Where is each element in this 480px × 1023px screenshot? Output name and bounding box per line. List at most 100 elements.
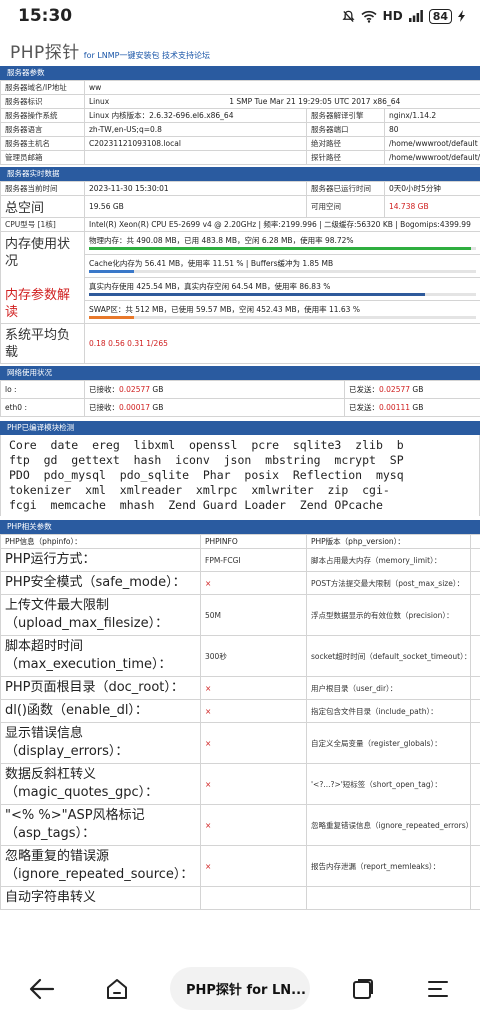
php-param-row: PHP页面根目录（doc_root）： × 用户根目录（user_dir）： bbox=[0, 676, 480, 700]
server-param-row: 服务器操作系统 Linux 内核版本：2.6.32-696.el6.x86_64 服… bbox=[0, 108, 480, 123]
php-param-label-right: socket超时时间（default_socket_timeout）： bbox=[306, 635, 471, 677]
param-label: 绝对路径 bbox=[306, 136, 385, 151]
php-param-row: 显示错误信息（display_errors）： × 自定义全局变量（register… bbox=[0, 722, 480, 764]
page-title: PHP探针 bbox=[10, 43, 80, 63]
param-label: 服务器解译引擎 bbox=[306, 108, 385, 123]
uptime-label: 服务器已运行时间 bbox=[306, 181, 385, 196]
php-param-label: 数据反斜杠转义（magic_quotes_gpc）： bbox=[0, 763, 201, 805]
param-value-text: ww bbox=[89, 83, 102, 92]
server-param-row: 服务器主机名 C20231121093108.local 绝对路径/home/www… bbox=[0, 136, 480, 151]
php-param-value: × bbox=[200, 804, 307, 846]
param-value: zh-TW,en-US;q=0.8 bbox=[84, 122, 307, 137]
address-bar-title[interactable]: PHP探针 for LN... bbox=[170, 967, 310, 1010]
server-param-row: 服务器域名/IP地址 ww bbox=[0, 80, 480, 95]
php-param-label: "<% %>"ASP风格标记（asp_tags）： bbox=[0, 804, 201, 846]
mem-real-text: 真实内存使用 425.54 MB，真实内存空闲 64.54 MB，使用率 86.… bbox=[89, 282, 331, 291]
php-param-label: PHP运行方式： bbox=[0, 548, 201, 572]
php-param-value-right bbox=[470, 548, 480, 572]
server-param-row: 服务器语言 zh-TW,en-US;q=0.8 服务器端口 80 bbox=[0, 122, 480, 137]
php-param-value-right bbox=[470, 804, 480, 846]
php-param-label-right: 用户根目录（user_dir）： bbox=[306, 676, 471, 700]
section-server-params: 服务器参数 bbox=[0, 66, 480, 80]
module-line: ftp gd gettext hash iconv json mbstring … bbox=[9, 453, 404, 467]
php-param-label-right: 报告内存泄漏（report_memleaks）： bbox=[306, 845, 471, 887]
module-line: fcgi memcache mhash Zend Guard Loader Ze… bbox=[9, 498, 383, 512]
module-line: tokenizer xml xmlreader xmlrpc xmlwriter… bbox=[9, 483, 390, 497]
php-param-value-right bbox=[470, 699, 480, 723]
charging-icon bbox=[458, 10, 465, 22]
network-type: HD bbox=[382, 9, 403, 23]
time-value: 2023-11-30 15:30:01 bbox=[84, 181, 307, 196]
php-param-label: 自动字符串转义 bbox=[0, 886, 201, 910]
param-value: nginx/1.14.2 bbox=[384, 108, 480, 123]
php-param-label: 上传文件最大限制（upload_max_filesize）： bbox=[0, 594, 201, 636]
home-icon bbox=[107, 978, 127, 999]
php-param-row: dl()函数（enable_dl）： × 指定包含文件目录（include_path… bbox=[0, 699, 480, 723]
tabs-button[interactable] bbox=[341, 967, 385, 1011]
param-header-phpinfo-link[interactable]: PHPINFO bbox=[200, 534, 307, 549]
mem-physical-bar bbox=[89, 247, 476, 250]
param-header-phpinfo: PHP信息（phpinfo）： bbox=[0, 534, 201, 549]
mem-cache-bar bbox=[89, 270, 476, 273]
php-param-label-right: POST方法提交最大限制（post_max_size）： bbox=[306, 571, 471, 595]
back-arrow-icon bbox=[29, 978, 55, 999]
php-param-value: × bbox=[200, 722, 307, 764]
net-received: 已接收：0.00017 GB bbox=[84, 398, 345, 417]
cpu-label: CPU型号 [1核] bbox=[0, 217, 85, 232]
header-links[interactable]: for LNMP一键安装包 技术支持论坛 bbox=[84, 50, 210, 61]
param-label: 服务器操作系统 bbox=[0, 108, 85, 123]
param-label: 服务器主机名 bbox=[0, 136, 85, 151]
tabs-icon bbox=[353, 978, 373, 999]
site-header: PHP探针 for LNMP一键安装包 技术支持论坛 bbox=[0, 32, 480, 64]
module-line: PDO pdo_mysql pdo_sqlite Phar posix Refl… bbox=[9, 468, 404, 482]
php-param-value-right bbox=[470, 635, 480, 677]
menu-button[interactable] bbox=[416, 967, 460, 1011]
php-param-label-right: 脚本占用最大内存（memory_limit）： bbox=[306, 548, 471, 572]
cpu-value: Intel(R) Xeon(R) CPU E5-2699 v4 @ 2.20GH… bbox=[84, 217, 480, 232]
php-param-value: × bbox=[200, 699, 307, 723]
php-param-value: 50M bbox=[200, 594, 307, 636]
back-button[interactable] bbox=[20, 967, 64, 1011]
load-label: 系统平均负载 bbox=[0, 323, 85, 364]
mem-label: 内存使用状况 bbox=[5, 237, 71, 269]
bottom-nav-bar: PHP探针 for LN... bbox=[0, 954, 480, 1023]
php-param-row: PHP运行方式： FPM-FCGI 脚本占用最大内存（memory_limit）： bbox=[0, 548, 480, 572]
param-value: /home/wwwroot/default bbox=[384, 136, 480, 151]
php-param-row: 脚本超时时间（max_execution_time）： 300秒 socket超时时… bbox=[0, 635, 480, 677]
mute-bell-icon bbox=[342, 10, 355, 22]
param-label: 服务器端口 bbox=[306, 122, 385, 137]
module-line: Core date ereg libxml openssl pcre sqlit… bbox=[9, 438, 404, 452]
mem-read-link[interactable]: 内存参数解读 bbox=[5, 287, 80, 321]
mem-swap-text: SWAP区：共 512 MB，已使用 59.57 MB，空闲 452.43 MB… bbox=[89, 305, 360, 314]
free-label: 可用空间 bbox=[306, 195, 385, 218]
network-row: lo : 已接收：0.02577 GB 已发送：0.02577 GB bbox=[0, 380, 480, 399]
php-param-row: PHP安全模式（safe_mode）： × POST方法提交最大限制（post_ma… bbox=[0, 571, 480, 595]
mem-cache-text: Cache化内存为 56.41 MB，使用率 11.51 % | Buffers… bbox=[89, 259, 334, 268]
server-params-table: 服务器域名/IP地址 ww 服务器标识 Linux 1 SMP Tue Mar 21 1… bbox=[0, 80, 480, 165]
php-param-value: × bbox=[200, 763, 307, 805]
param-value-extra: 1 SMP Tue Mar 21 19:29:05 UTC 2017 x86_6… bbox=[229, 97, 401, 106]
space-value: 19.56 GB bbox=[84, 195, 307, 218]
server-param-row: 服务器标识 Linux 1 SMP Tue Mar 21 19:29:05 UTC … bbox=[0, 94, 480, 109]
php-param-value-right bbox=[470, 571, 480, 595]
param-value: 80 bbox=[384, 122, 480, 137]
param-value: C20231121093108.local bbox=[84, 136, 307, 151]
php-param-value-right bbox=[470, 594, 480, 636]
section-php-params: PHP相关参数 bbox=[0, 520, 480, 534]
modules-list: Core date ereg libxml openssl pcre sqlit… bbox=[0, 435, 480, 516]
php-param-value-right bbox=[470, 845, 480, 887]
wifi-icon bbox=[361, 10, 377, 23]
param-value bbox=[84, 150, 307, 165]
param-label: 服务器语言 bbox=[0, 122, 85, 137]
uptime-value: 0天0小时5分钟 bbox=[384, 181, 480, 196]
php-param-label: PHP页面根目录（doc_root）： bbox=[0, 676, 201, 700]
realtime-table: 服务器当前时间 2023-11-30 15:30:01 服务器已运行时间 0天0… bbox=[0, 181, 480, 364]
php-param-label: 忽略重复的错误源（ignore_repeated_source）： bbox=[0, 845, 201, 887]
clock: 15:30 bbox=[18, 6, 73, 26]
server-param-row: 管理员邮箱 探针路径/home/wwwroot/default/p bbox=[0, 150, 480, 165]
section-realtime: 服务器实时数据 bbox=[0, 167, 480, 181]
php-param-value: × bbox=[200, 845, 307, 887]
php-param-label: 显示错误信息（display_errors）： bbox=[0, 722, 201, 764]
home-button[interactable] bbox=[95, 967, 139, 1011]
space-label: 总空间 bbox=[0, 195, 85, 218]
